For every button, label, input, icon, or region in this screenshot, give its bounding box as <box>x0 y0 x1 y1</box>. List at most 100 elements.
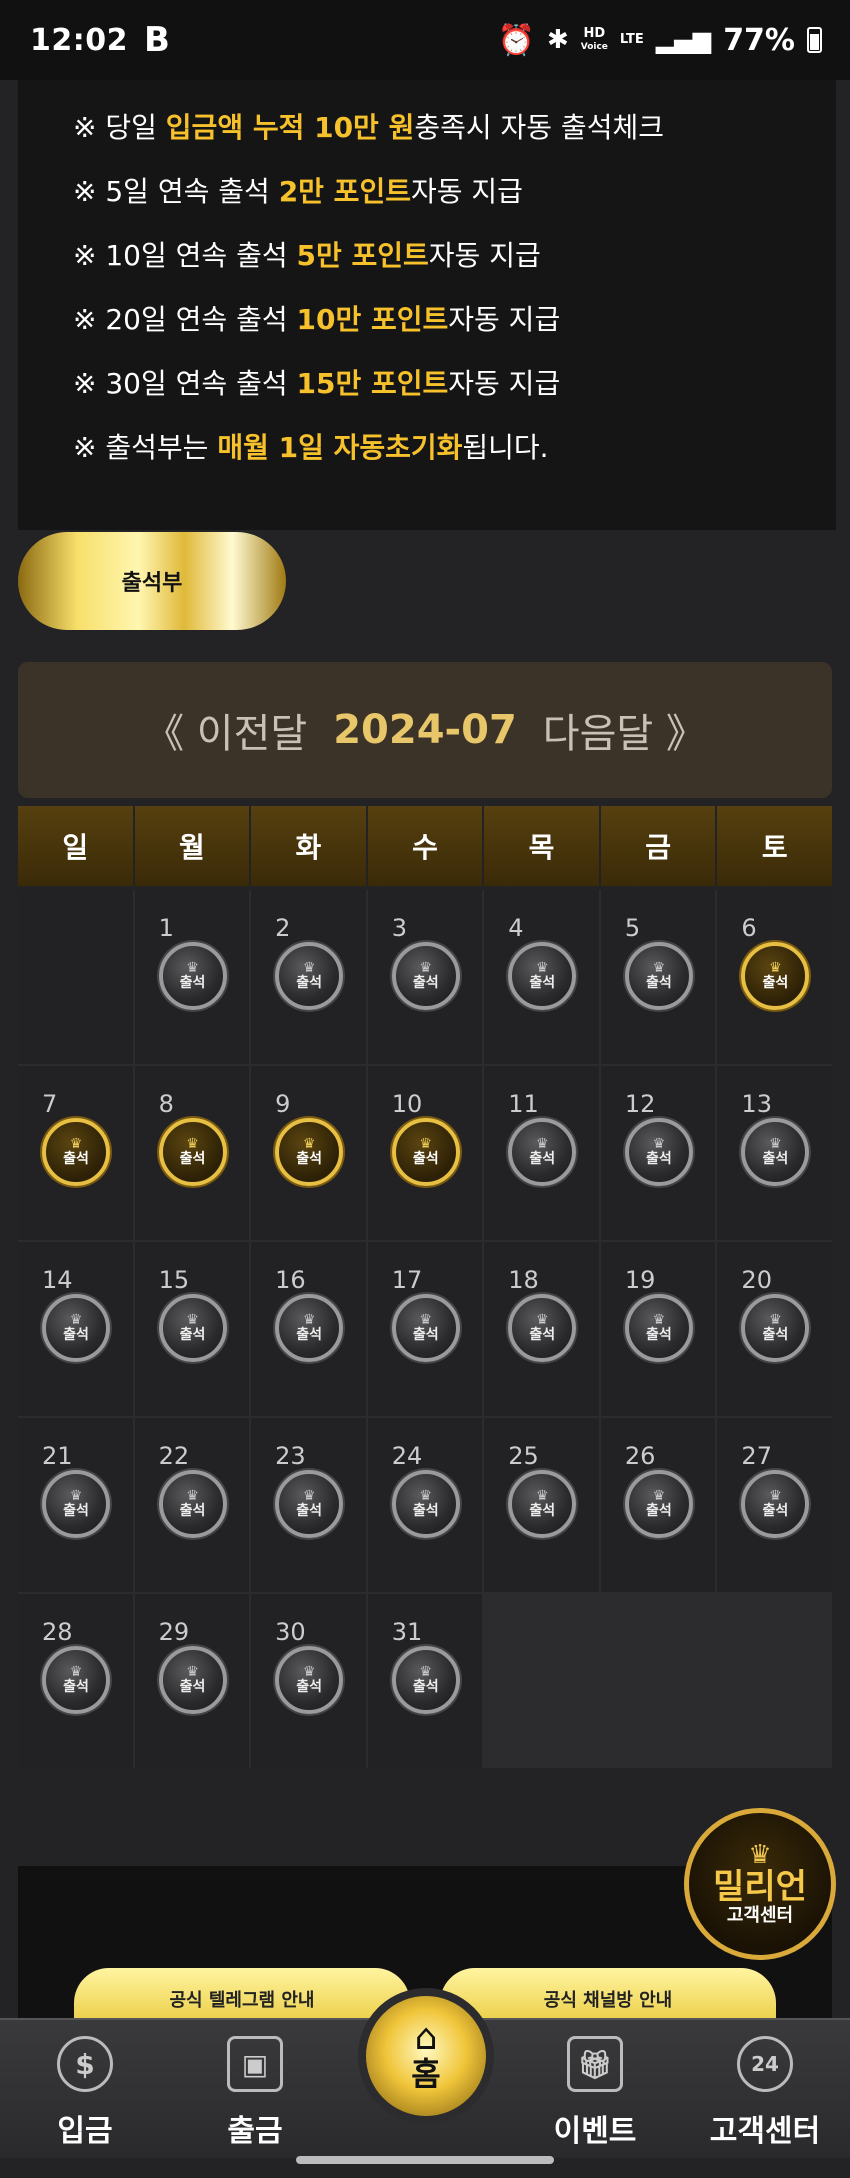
attended-stamp-icon: ♛ 출석 <box>391 1118 460 1186</box>
stamp-label: 출석 <box>179 1679 206 1695</box>
nav-home-button[interactable]: ⌂ 홈 <box>358 1988 494 2124</box>
calendar-day-cell: 1 ♛ 출석 <box>134 890 250 1064</box>
calendar-day-cell: 26 ♛ 출석 <box>600 1418 716 1592</box>
attended-stamp-icon: ♛ 출석 <box>158 1118 227 1186</box>
stamp-label: 출석 <box>63 1327 89 1343</box>
calendar-day-cell: 15 ♛ 출석 <box>134 1242 250 1416</box>
notice-line: ※ 30일 연속 출석 15만 포인트자동 지급 <box>73 362 560 402</box>
crown-icon: ♛ <box>419 1664 432 1680</box>
crown-icon: ♛ <box>769 1312 782 1328</box>
crown-icon: ♛ <box>69 1664 83 1680</box>
attendance-calendar: 1 ♛ 출석 2 ♛ 출석 3 ♛ 출석 4 ♛ 출석 5 ♛ 출석 6 ♛ 출석 7 ♛ 출석 8 ♛ 출석 9 ♛ 출석 10 ♛ 출… <box>18 890 832 1768</box>
stamp-label: 출석 <box>762 975 789 991</box>
stamp-label: 출석 <box>296 1679 323 1695</box>
calendar-day-cell: 12 ♛ 출석 <box>600 1066 716 1240</box>
calendar-day-cell: 22 ♛ 출석 <box>134 1418 250 1592</box>
nav-event[interactable]: 🎁︎ 이벤트 <box>520 2036 670 2150</box>
stamp-label: 출석 <box>762 1503 789 1519</box>
notice-line: ※ 출석부는 매월 1일 자동초기화됩니다. <box>73 426 549 466</box>
calendar-day-number: 31 <box>391 1618 423 1646</box>
unattended-stamp-icon: ♛ 출석 <box>508 1118 577 1186</box>
crown-icon: ♛ <box>652 1312 666 1328</box>
calendar-day-number: 25 <box>508 1442 539 1470</box>
stamp-label: 출석 <box>412 1327 439 1343</box>
hd-voice-icon: HD Voice <box>581 27 608 53</box>
crown-icon: ♛ <box>302 960 316 976</box>
current-month: 2024-07 <box>333 707 517 753</box>
calendar-day-number: 12 <box>624 1090 656 1118</box>
attendance-notice: ※ 당일 입금액 누적 10만 원충족시 자동 출석체크 ※ 5일 연속 출석 … <box>18 80 836 530</box>
unattended-stamp-icon: ♛ 출석 <box>391 1294 460 1362</box>
unattended-stamp-icon: ♛ 출석 <box>624 1118 693 1186</box>
calendar-day-number: 4 <box>508 914 524 942</box>
gift-icon: 🎁︎ <box>567 2036 623 2092</box>
calendar-day-number: 7 <box>42 1090 58 1118</box>
calendar-day-cell: 31 ♛ 출석 <box>367 1594 483 1768</box>
stamp-label: 출석 <box>645 975 672 991</box>
calendar-day-cell: 3 ♛ 출석 <box>367 890 483 1064</box>
crown-icon: ♛ <box>769 1136 782 1152</box>
customer-center-badge[interactable]: ♛ 밀리언 고객센터 <box>684 1808 836 1960</box>
unattended-stamp-icon: ♛ 출석 <box>275 1646 344 1714</box>
weekday-thu: 목 <box>484 806 599 886</box>
attendance-tab-button[interactable]: 출석부 <box>18 532 286 630</box>
calendar-day-number: 21 <box>42 1442 73 1470</box>
calendar-day-number: 28 <box>42 1618 73 1646</box>
crown-icon: ♛ <box>536 1488 549 1504</box>
prev-month-button[interactable]: 《 이전달 <box>144 701 307 759</box>
crown-icon: ♛ <box>69 1488 83 1504</box>
crown-icon: ♛ <box>652 1136 666 1152</box>
next-month-button[interactable]: 다음달 》 <box>543 701 706 759</box>
calendar-day-cell: 27 ♛ 출석 <box>717 1418 832 1592</box>
unattended-stamp-icon: ♛ 출석 <box>741 1118 810 1186</box>
stamp-label: 출석 <box>762 1151 789 1167</box>
nav-support-label: 고객센터 <box>709 2114 821 2149</box>
stamp-label: 출석 <box>296 1151 323 1167</box>
calendar-day-cell: 18 ♛ 출석 <box>484 1242 599 1416</box>
calendar-day-cell: 21 ♛ 출석 <box>18 1418 133 1592</box>
notice-highlight: 15만 포인트 <box>296 367 449 400</box>
nav-support[interactable]: 24 고객센터 <box>690 2036 840 2150</box>
notice-text: ※ 30일 연속 출석 <box>73 367 297 400</box>
badge-title: 밀리언 <box>713 1867 807 1907</box>
nav-withdraw[interactable]: ▣ 출금 <box>180 2036 330 2150</box>
stamp-label: 출석 <box>412 1503 439 1519</box>
crown-icon: ♛ <box>186 1664 199 1680</box>
nav-deposit[interactable]: $ 입금 <box>10 2036 160 2150</box>
calendar-day-cell: 7 ♛ 출석 <box>18 1066 133 1240</box>
crown-icon: ♛ <box>186 1136 199 1152</box>
battery-icon <box>807 27 822 53</box>
unattended-stamp-icon: ♛ 출석 <box>158 942 227 1010</box>
calendar-day-number: 14 <box>42 1266 73 1294</box>
calendar-day-number: 24 <box>391 1442 423 1470</box>
calendar-day-cell: 20 ♛ 출석 <box>717 1242 832 1416</box>
stamp-label: 출석 <box>296 975 323 991</box>
notice-line: ※ 20일 연속 출석 10만 포인트자동 지급 <box>73 298 560 338</box>
unattended-stamp-icon: ♛ 출석 <box>741 1470 810 1538</box>
calendar-day-number: 3 <box>391 914 407 942</box>
lte-icon: LTE <box>619 32 644 47</box>
unattended-stamp-icon: ♛ 출석 <box>624 1294 693 1362</box>
unattended-stamp-icon: ♛ 출석 <box>624 1470 693 1538</box>
crown-icon: ♛ <box>652 960 666 976</box>
nav-deposit-label: 입금 <box>57 2114 113 2149</box>
unattended-stamp-icon: ♛ 출석 <box>275 1294 344 1362</box>
unattended-stamp-icon: ♛ 출석 <box>275 942 344 1010</box>
notice-highlight: 입금액 누적 10만 원 <box>165 111 415 144</box>
weekday-fri: 금 <box>600 806 716 886</box>
app-badge-icon: B <box>144 20 171 60</box>
calendar-day-number: 20 <box>741 1266 772 1294</box>
notice-text: 됩니다. <box>462 431 549 464</box>
24h-icon: 24 <box>737 2036 793 2092</box>
unattended-stamp-icon: ♛ 출석 <box>391 1470 460 1538</box>
notice-text: ※ 10일 연속 출석 <box>73 239 297 272</box>
gesture-bar[interactable] <box>296 2156 554 2164</box>
calendar-day-cell: 9 ♛ 출석 <box>251 1066 366 1240</box>
stamp-label: 출석 <box>179 1327 206 1343</box>
stamp-label: 출석 <box>179 1151 206 1167</box>
stamp-label: 출석 <box>179 1503 206 1519</box>
stamp-label: 출석 <box>412 975 439 991</box>
nav-home-label: 홈 <box>411 2055 441 2093</box>
badge-subtitle: 고객센터 <box>726 1905 794 1926</box>
unattended-stamp-icon: ♛ 출석 <box>508 1294 577 1362</box>
